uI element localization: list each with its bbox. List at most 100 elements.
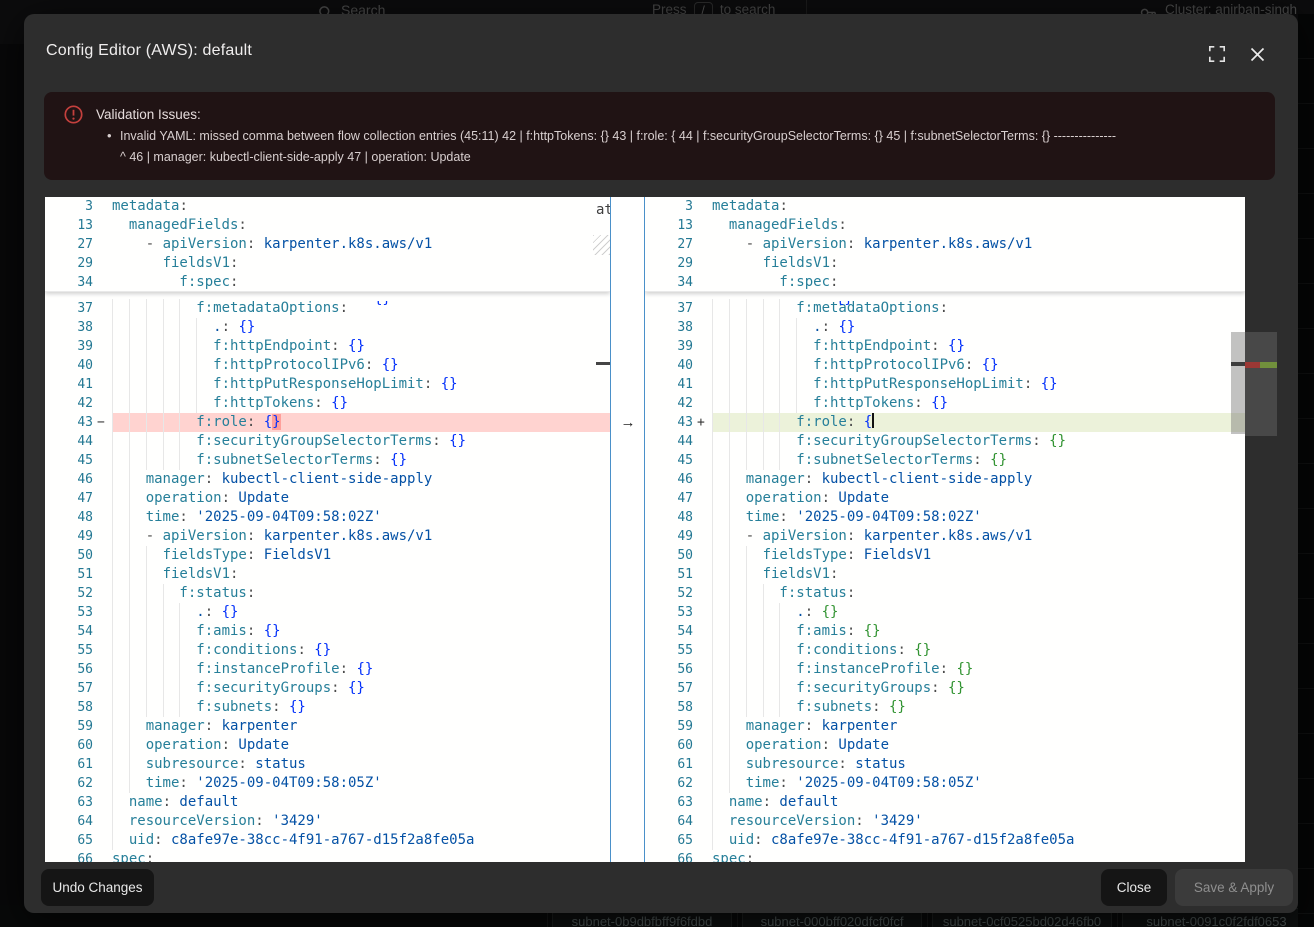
line-number: 41 [645, 375, 697, 394]
token: f:conditions [796, 642, 897, 658]
token: : [205, 718, 222, 734]
code-line: 62time: '2025-09-04T09:58:05Z' [645, 774, 1245, 793]
token: {} [331, 395, 348, 411]
line-number: 48 [645, 508, 697, 527]
diff-marker [697, 755, 712, 774]
diff-marker [697, 565, 712, 584]
validation-heading: Validation Issues: [96, 107, 201, 122]
peek-line-fragment: {} [374, 301, 391, 307]
token: c8afe97e-38cc-4f91-a767-d15f2a8fe05a [771, 832, 1074, 848]
token: : [897, 642, 914, 658]
line-number: 13 [45, 216, 97, 235]
diff-marker [697, 603, 712, 622]
line-number: 47 [645, 489, 697, 508]
diff-marker [97, 679, 112, 698]
token: f:httpProtocolIPv6 [813, 357, 965, 373]
token: : [314, 395, 331, 411]
token: karpenter.k8s.aws/v1 [864, 236, 1033, 252]
token: karpenter.k8s.aws/v1 [264, 236, 433, 252]
token: '2025-09-04T09:58:02Z' [196, 509, 381, 525]
token: '3429' [872, 813, 923, 829]
token: fieldsType [763, 547, 847, 563]
undo-changes-button[interactable]: Undo Changes [41, 869, 154, 906]
modal-title: Config Editor (AWS): default [46, 42, 252, 60]
token: apiVersion [763, 528, 847, 544]
line-number: 58 [645, 698, 697, 717]
diff-marker [697, 254, 712, 273]
code-line: 45f:subnetSelectorTerms: {} [645, 451, 1245, 470]
token: {} [289, 699, 306, 715]
diff-marker [697, 793, 712, 812]
sticky-scroll-header: 3metadata:13managedFields:27- apiVersion… [645, 197, 1245, 292]
token: - [746, 236, 763, 252]
code-line: 59manager: karpenter [45, 717, 610, 736]
diff-marker [97, 451, 112, 470]
scrollbar-slider[interactable] [1231, 332, 1245, 434]
token: f:httpPutResponseHopLimit [213, 376, 424, 392]
diff-pane-modified[interactable]: 37f:metadataOptions:38.: {}39f:httpEndpo… [645, 197, 1245, 862]
code-line: 47operation: Update [45, 489, 610, 508]
diff-marker [97, 565, 112, 584]
diff-marker [697, 375, 712, 394]
token: name [129, 794, 163, 810]
diff-marker [697, 356, 712, 375]
diff-marker [697, 508, 712, 527]
token: f:spec [179, 274, 230, 290]
token: } [272, 414, 280, 430]
token: default [779, 794, 838, 810]
diff-marker [697, 337, 712, 356]
diff-pane-original[interactable]: 37f:metadataOptions:38.: {}39f:httpEndpo… [45, 197, 610, 862]
code-line: 40f:httpProtocolIPv6: {} [645, 356, 1245, 375]
revert-change-arrow[interactable]: → [618, 413, 638, 432]
sticky-scroll-header: 3metadata:13managedFields:27- apiVersion… [45, 197, 610, 292]
line-number: 27 [45, 235, 97, 254]
expand-button[interactable] [1206, 43, 1228, 65]
line-number: 59 [645, 717, 697, 736]
save-apply-button[interactable]: Save & Apply [1175, 869, 1293, 906]
scrollbar-marker [1231, 362, 1245, 366]
close-button[interactable] [1246, 43, 1268, 65]
diff-marker [97, 774, 112, 793]
diff-marker [97, 584, 112, 603]
token: f:metadataOptions [796, 300, 939, 316]
token: manager [146, 471, 205, 487]
diff-marker [697, 489, 712, 508]
code-line: 60operation: Update [645, 736, 1245, 755]
token: time [146, 509, 180, 525]
hidden-region-hatch [593, 235, 610, 255]
token: {} [1041, 376, 1058, 392]
line-number: 29 [645, 254, 697, 273]
token: FieldsV1 [864, 547, 931, 563]
diff-overview-ruler[interactable] [1245, 197, 1277, 862]
diff-marker [697, 451, 712, 470]
diff-marker [97, 489, 112, 508]
line-number: 62 [645, 774, 697, 793]
token: f:metadataOptions [196, 300, 339, 316]
validation-banner: Validation Issues: • Invalid YAML: misse… [44, 92, 1275, 180]
diff-marker [97, 603, 112, 622]
line-number: 52 [645, 584, 697, 603]
code-line: 52f:status: [645, 584, 1245, 603]
token: - [746, 528, 763, 544]
token: f:instanceProfile [796, 661, 939, 677]
token: : [855, 813, 872, 829]
line-number: 42 [645, 394, 697, 413]
token: f:securityGroupSelectorTerms [196, 433, 432, 449]
close-modal-button[interactable]: Close [1101, 869, 1167, 906]
diff-marker: + [697, 413, 712, 432]
token: time [146, 775, 180, 791]
diff-marker [697, 660, 712, 679]
diff-marker [697, 394, 712, 413]
token: f:status [779, 585, 846, 601]
token: : [247, 528, 264, 544]
code-line: 64resourceVersion: '3429' [645, 812, 1245, 831]
token: : [331, 680, 348, 696]
token: {} [356, 661, 373, 677]
token: : [146, 851, 154, 862]
diff-marker [97, 375, 112, 394]
token: uid [729, 832, 754, 848]
token: metadata [712, 198, 779, 214]
diff-marker [697, 470, 712, 489]
token: '2025-09-04T09:58:05Z' [196, 775, 381, 791]
error-icon [64, 105, 83, 129]
